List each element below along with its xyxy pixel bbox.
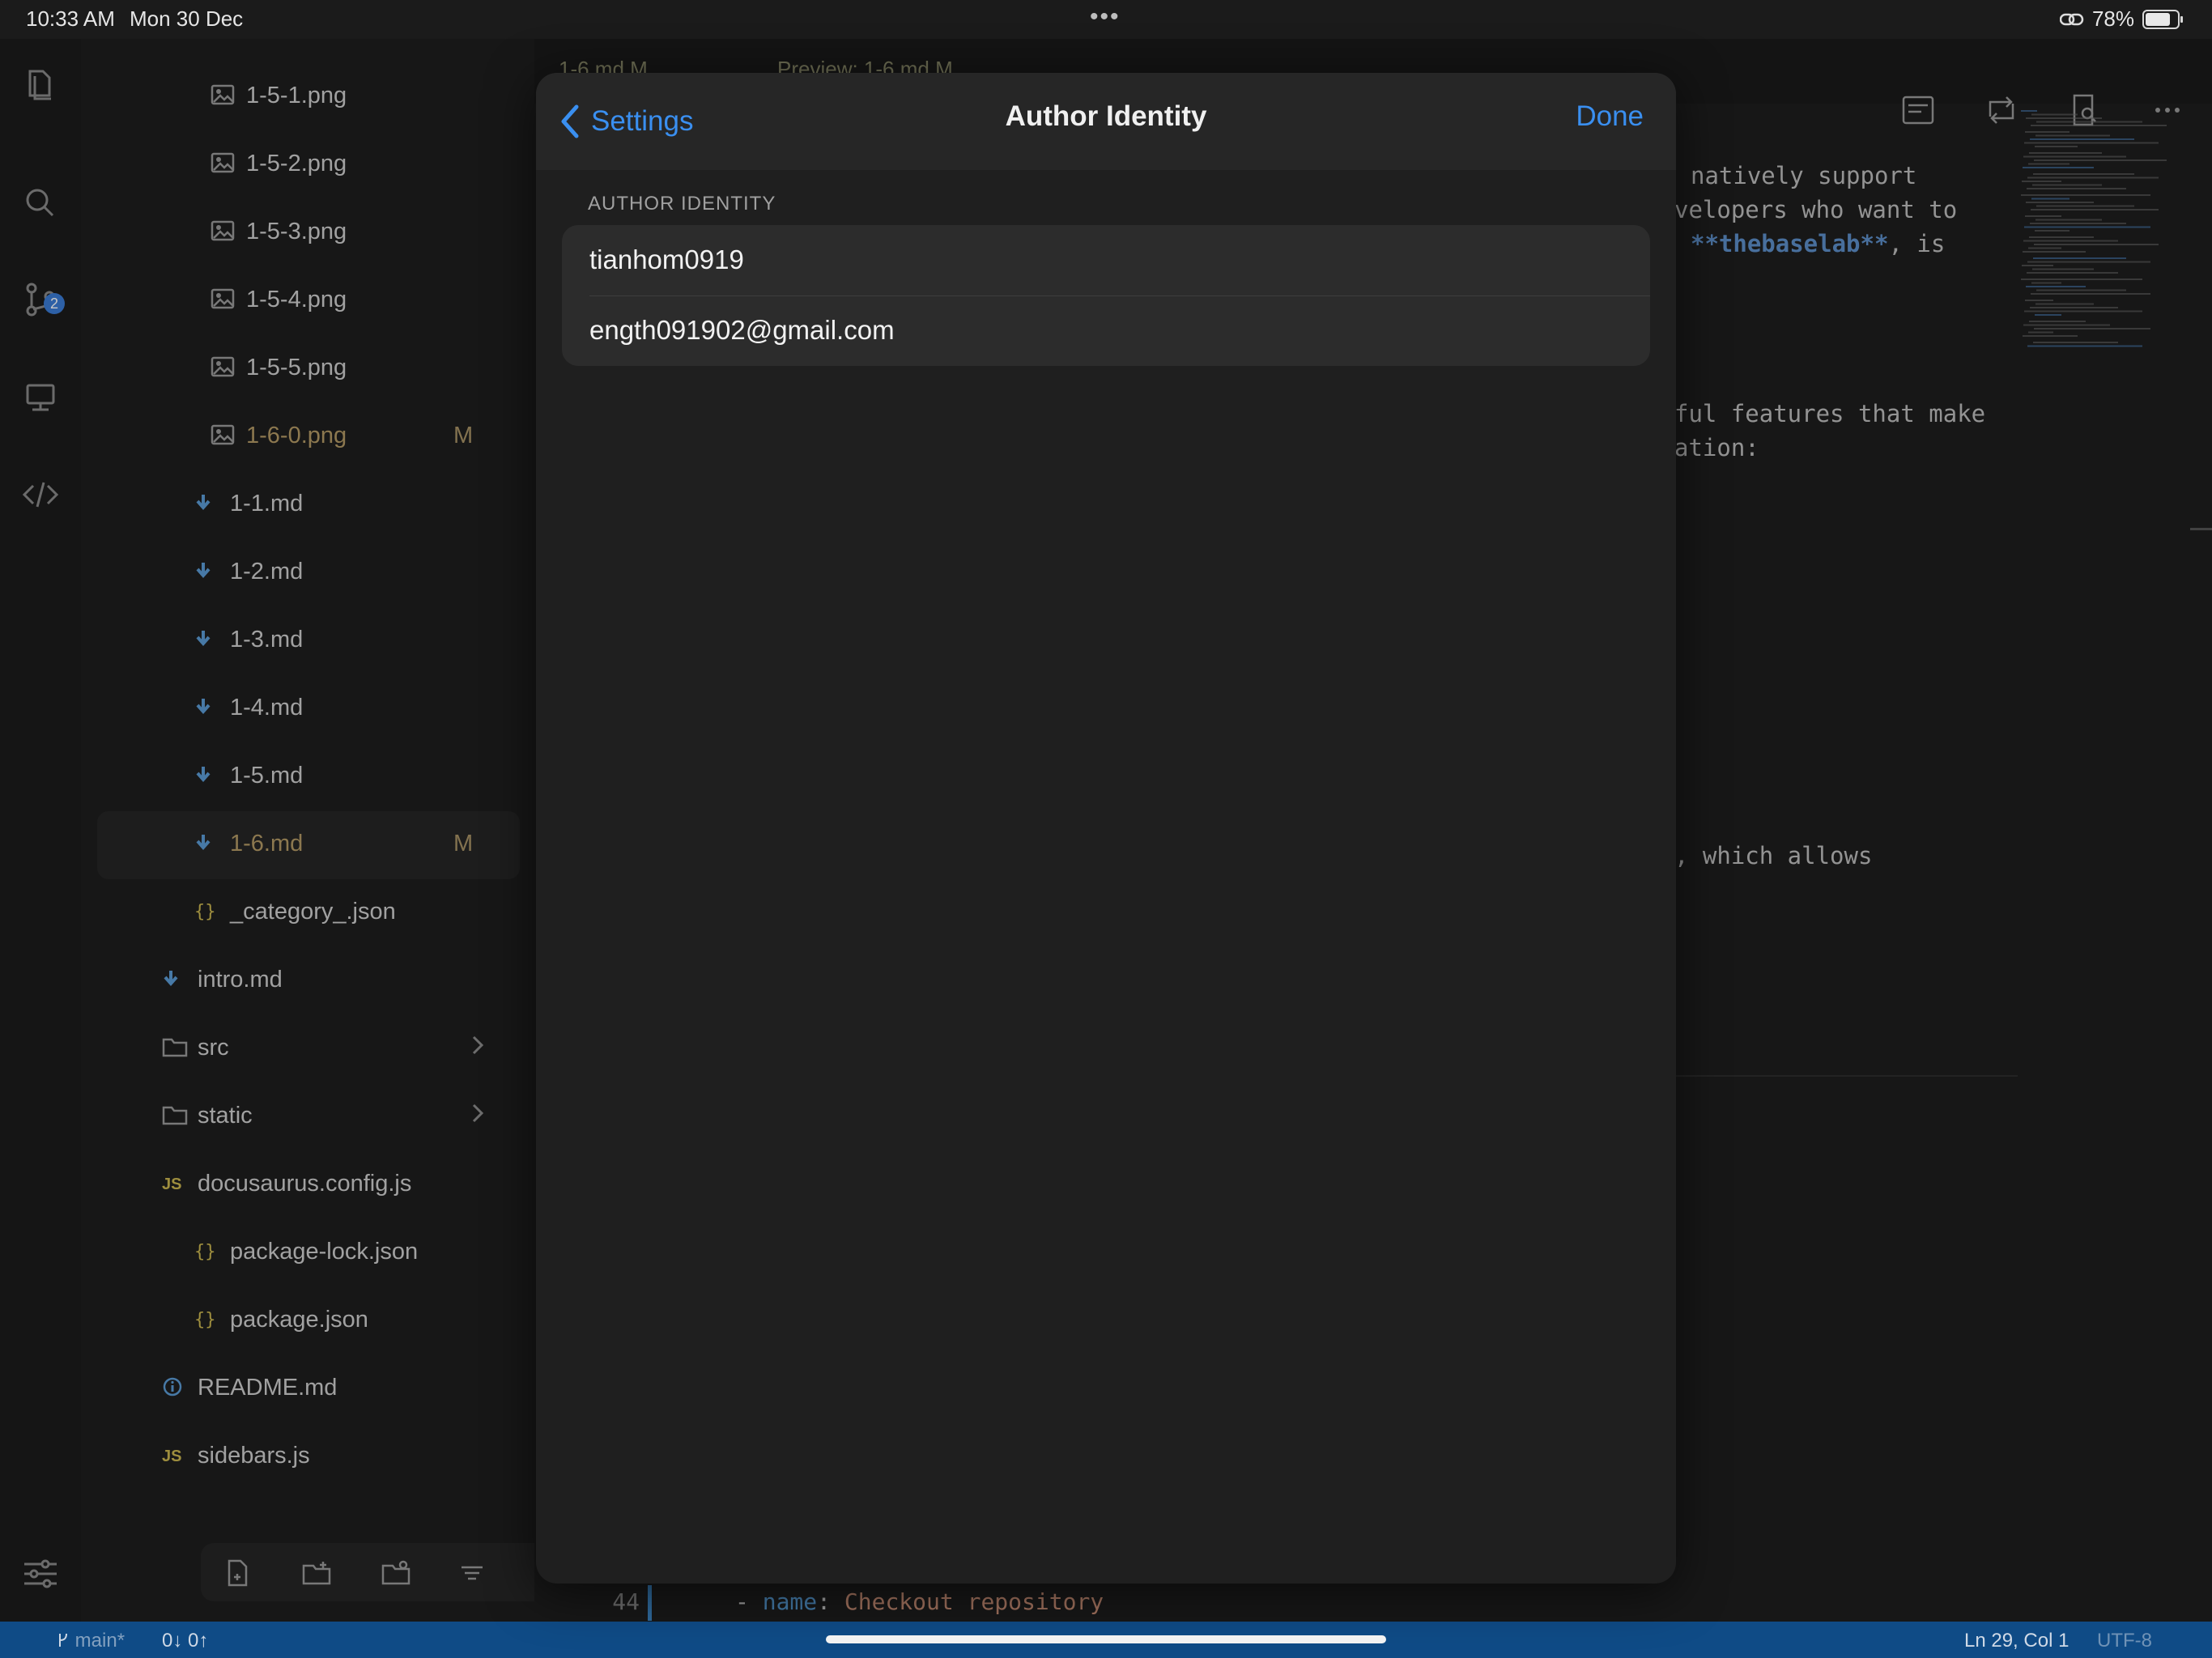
cursor-position[interactable]: Ln 29, Col 1 (1964, 1630, 2069, 1652)
file-encoding[interactable]: UTF-8 (2097, 1630, 2152, 1652)
author-name-row[interactable]: tianhom0919 (562, 225, 1650, 295)
multitasking-dots[interactable]: ••• (1090, 3, 1121, 31)
sheet-title: Author Identity (1005, 100, 1207, 132)
system-status-bar: 10:33 AM Mon 30 Dec ••• 78% (0, 0, 2212, 39)
sheet-nav-bar: Settings Author Identity Done (536, 73, 1676, 170)
author-email-row[interactable]: ength091902@gmail.com (562, 295, 1650, 366)
home-indicator[interactable] (826, 1635, 1386, 1643)
author-identity-sheet: Settings Author Identity Done AUTHOR IDE… (536, 73, 1676, 1584)
date: Mon 30 Dec (130, 6, 244, 31)
git-branch-icon (59, 1633, 67, 1647)
branch-name: main* (74, 1630, 125, 1652)
battery-icon (2142, 9, 2183, 29)
clock: 10:33 AM (26, 6, 115, 31)
link-icon (2059, 13, 2084, 25)
author-name-field[interactable]: tianhom0919 (589, 244, 744, 275)
sync-status[interactable]: 0↓ 0↑ (162, 1630, 208, 1652)
done-button[interactable]: Done (1576, 100, 1644, 133)
author-email-field[interactable]: ength091902@gmail.com (589, 315, 895, 346)
battery-area: 78% (2059, 6, 2183, 32)
section-header: AUTHOR IDENTITY (588, 193, 776, 215)
battery-percent: 78% (2091, 6, 2134, 31)
identity-list: tianhom0919 ength091902@gmail.com (562, 225, 1650, 366)
branch-indicator[interactable]: main* (57, 1630, 125, 1652)
